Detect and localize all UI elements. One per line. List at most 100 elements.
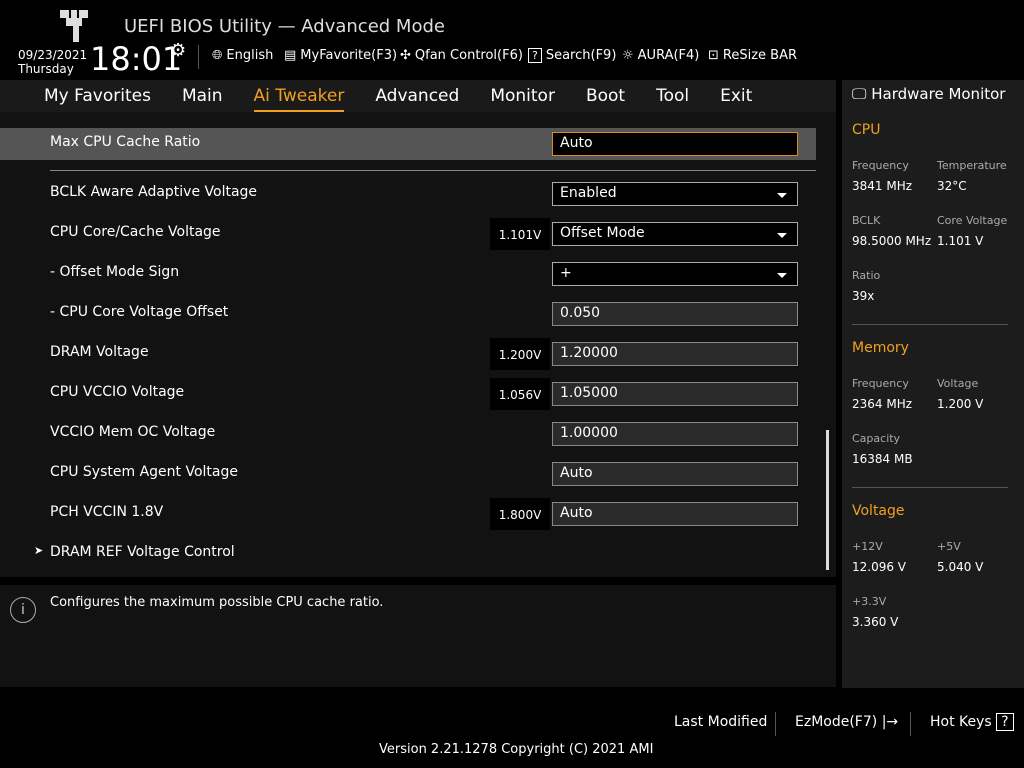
setting-input[interactable]: 1.20000 bbox=[552, 342, 798, 366]
setting-row[interactable]: - CPU Core Voltage Offset 0.050 bbox=[0, 298, 816, 330]
aura-icon: ☼ bbox=[622, 48, 634, 63]
setting-input[interactable]: 1.00000 bbox=[552, 422, 798, 446]
help-icon: ? bbox=[996, 713, 1014, 731]
hw-title-text: Hardware Monitor bbox=[871, 85, 1006, 103]
cpu-frequency: 3841 MHz bbox=[852, 179, 913, 193]
qfan-button[interactable]: ✣ Qfan Control(F6) bbox=[400, 48, 523, 63]
setting-row[interactable]: Max CPU Cache Ratio Auto bbox=[0, 128, 816, 160]
setting-row[interactable]: CPU VCCIO Voltage 1.056V 1.05000 bbox=[0, 378, 816, 410]
label: Core Voltage bbox=[937, 214, 1008, 227]
current-voltage: 1.800V bbox=[490, 498, 550, 530]
cpu-core-voltage: 1.101 V bbox=[937, 234, 984, 248]
cpu-heading: CPU bbox=[852, 122, 881, 138]
setting-row[interactable]: - Offset Mode Sign + bbox=[0, 258, 816, 290]
tab-boot[interactable]: Boot bbox=[586, 80, 625, 112]
label: +12V bbox=[852, 540, 883, 553]
v5: 5.040 V bbox=[937, 560, 984, 574]
hardware-monitor: 🖵︎ Hardware Monitor CPU Frequency Temper… bbox=[842, 80, 1024, 688]
search-button[interactable]: ? Search(F9) bbox=[528, 48, 616, 63]
myfavorite-button[interactable]: ▤ MyFavorite(F3) bbox=[284, 48, 397, 63]
setting-dropdown[interactable]: + bbox=[552, 262, 798, 286]
setting-label: - Offset Mode Sign bbox=[50, 264, 180, 280]
setting-input[interactable]: Auto bbox=[552, 132, 798, 156]
v33: 3.360 V bbox=[852, 615, 899, 629]
aura-button[interactable]: ☼ AURA(F4) bbox=[622, 48, 699, 63]
tab-monitor[interactable]: Monitor bbox=[490, 80, 555, 112]
divider bbox=[852, 324, 1008, 325]
setting-input[interactable]: Auto bbox=[552, 502, 798, 526]
v12: 12.096 V bbox=[852, 560, 907, 574]
setting-row[interactable]: BCLK Aware Adaptive Voltage Enabled bbox=[0, 178, 816, 210]
hot-keys-button[interactable]: Hot Keys ? bbox=[930, 713, 1014, 731]
divider bbox=[852, 487, 1008, 488]
label: Qfan Control(F6) bbox=[414, 48, 523, 63]
tab-exit[interactable]: Exit bbox=[720, 80, 752, 112]
label: ReSize BAR bbox=[722, 48, 798, 63]
globe-icon: 🌐︎ bbox=[212, 48, 223, 63]
label: Voltage bbox=[937, 377, 979, 390]
date-display: 09/23/2021 Thursday bbox=[18, 48, 87, 76]
resize-bar-button[interactable]: ⊡ ReSize BAR bbox=[708, 48, 797, 63]
label: Frequency bbox=[852, 159, 909, 172]
setting-dropdown[interactable]: Offset Mode bbox=[552, 222, 798, 246]
setting-label: CPU Core/Cache Voltage bbox=[50, 224, 221, 240]
monitor-icon: 🖵︎ bbox=[852, 85, 867, 103]
label: MyFavorite(F3) bbox=[300, 48, 398, 63]
footer: Last Modified EzMode(F7) |→ Hot Keys ? V… bbox=[0, 688, 1024, 768]
setting-row[interactable]: PCH VCCIN 1.8V 1.800V Auto bbox=[0, 498, 816, 530]
divider bbox=[910, 712, 911, 736]
mem-voltage: 1.200 V bbox=[937, 397, 984, 411]
label: English bbox=[226, 48, 274, 63]
setting-label: DRAM Voltage bbox=[50, 344, 149, 360]
current-voltage: 1.200V bbox=[490, 338, 550, 370]
divider bbox=[775, 712, 776, 736]
label: Ratio bbox=[852, 269, 881, 282]
setting-label: DRAM REF Voltage Control bbox=[50, 544, 235, 560]
gear-icon[interactable]: ⚙ bbox=[170, 40, 186, 61]
tuf-logo bbox=[60, 10, 88, 42]
setting-row[interactable]: CPU Core/Cache Voltage 1.101V Offset Mode bbox=[0, 218, 816, 250]
scrollbar[interactable] bbox=[826, 430, 829, 570]
tab-tool[interactable]: Tool bbox=[656, 80, 689, 112]
tab-ai-tweaker[interactable]: Ai Tweaker bbox=[253, 80, 345, 112]
version-text: Version 2.21.1278 Copyright (C) 2021 AMI bbox=[379, 742, 654, 757]
cpu-temperature: 32°C bbox=[937, 179, 967, 193]
setting-row[interactable]: CPU System Agent Voltage Auto bbox=[0, 458, 816, 490]
label: Search(F9) bbox=[545, 48, 617, 63]
tab-main[interactable]: Main bbox=[182, 80, 223, 112]
favorite-icon: ▤ bbox=[284, 48, 297, 63]
setting-dropdown[interactable]: Enabled bbox=[552, 182, 798, 206]
label: Capacity bbox=[852, 432, 901, 445]
setting-label: - CPU Core Voltage Offset bbox=[50, 304, 229, 320]
ezmode-button[interactable]: EzMode(F7) |→ bbox=[795, 714, 898, 730]
setting-row[interactable]: DRAM Voltage 1.200V 1.20000 bbox=[0, 338, 816, 370]
info-icon: i bbox=[10, 597, 36, 623]
label: +3.3V bbox=[852, 595, 887, 608]
label: +5V bbox=[937, 540, 961, 553]
setting-row[interactable]: VCCIO Mem OC Voltage 1.00000 bbox=[0, 418, 816, 450]
main-nav: My Favorites Main Ai Tweaker Advanced Mo… bbox=[0, 80, 836, 112]
tab-my-favorites[interactable]: My Favorites bbox=[44, 80, 151, 112]
divider bbox=[50, 170, 816, 171]
fan-icon: ✣ bbox=[400, 48, 411, 63]
last-modified-button[interactable]: Last Modified bbox=[674, 714, 767, 730]
voltage-heading: Voltage bbox=[852, 503, 905, 519]
label: Hot Keys bbox=[930, 714, 992, 730]
app-title: UEFI BIOS Utility — Advanced Mode bbox=[124, 16, 445, 37]
mem-capacity: 16384 MB bbox=[852, 452, 913, 466]
cpu-bclk: 98.5000 MHz bbox=[852, 234, 932, 248]
setting-input[interactable]: Auto bbox=[552, 462, 798, 486]
tab-advanced[interactable]: Advanced bbox=[375, 80, 459, 112]
memory-heading: Memory bbox=[852, 340, 909, 356]
divider bbox=[198, 45, 199, 69]
weekday: Thursday bbox=[18, 62, 74, 76]
current-voltage: 1.056V bbox=[490, 378, 550, 410]
label: Frequency bbox=[852, 377, 909, 390]
current-voltage: 1.101V bbox=[490, 218, 550, 250]
setting-label: CPU VCCIO Voltage bbox=[50, 384, 185, 400]
setting-input[interactable]: 0.050 bbox=[552, 302, 798, 326]
settings-panel: Max CPU Cache Ratio Auto BCLK Aware Adapti… bbox=[0, 112, 836, 577]
setting-row[interactable]: ➤ DRAM REF Voltage Control bbox=[0, 538, 816, 570]
language-button[interactable]: 🌐︎ English bbox=[212, 48, 273, 63]
setting-input[interactable]: 1.05000 bbox=[552, 382, 798, 406]
